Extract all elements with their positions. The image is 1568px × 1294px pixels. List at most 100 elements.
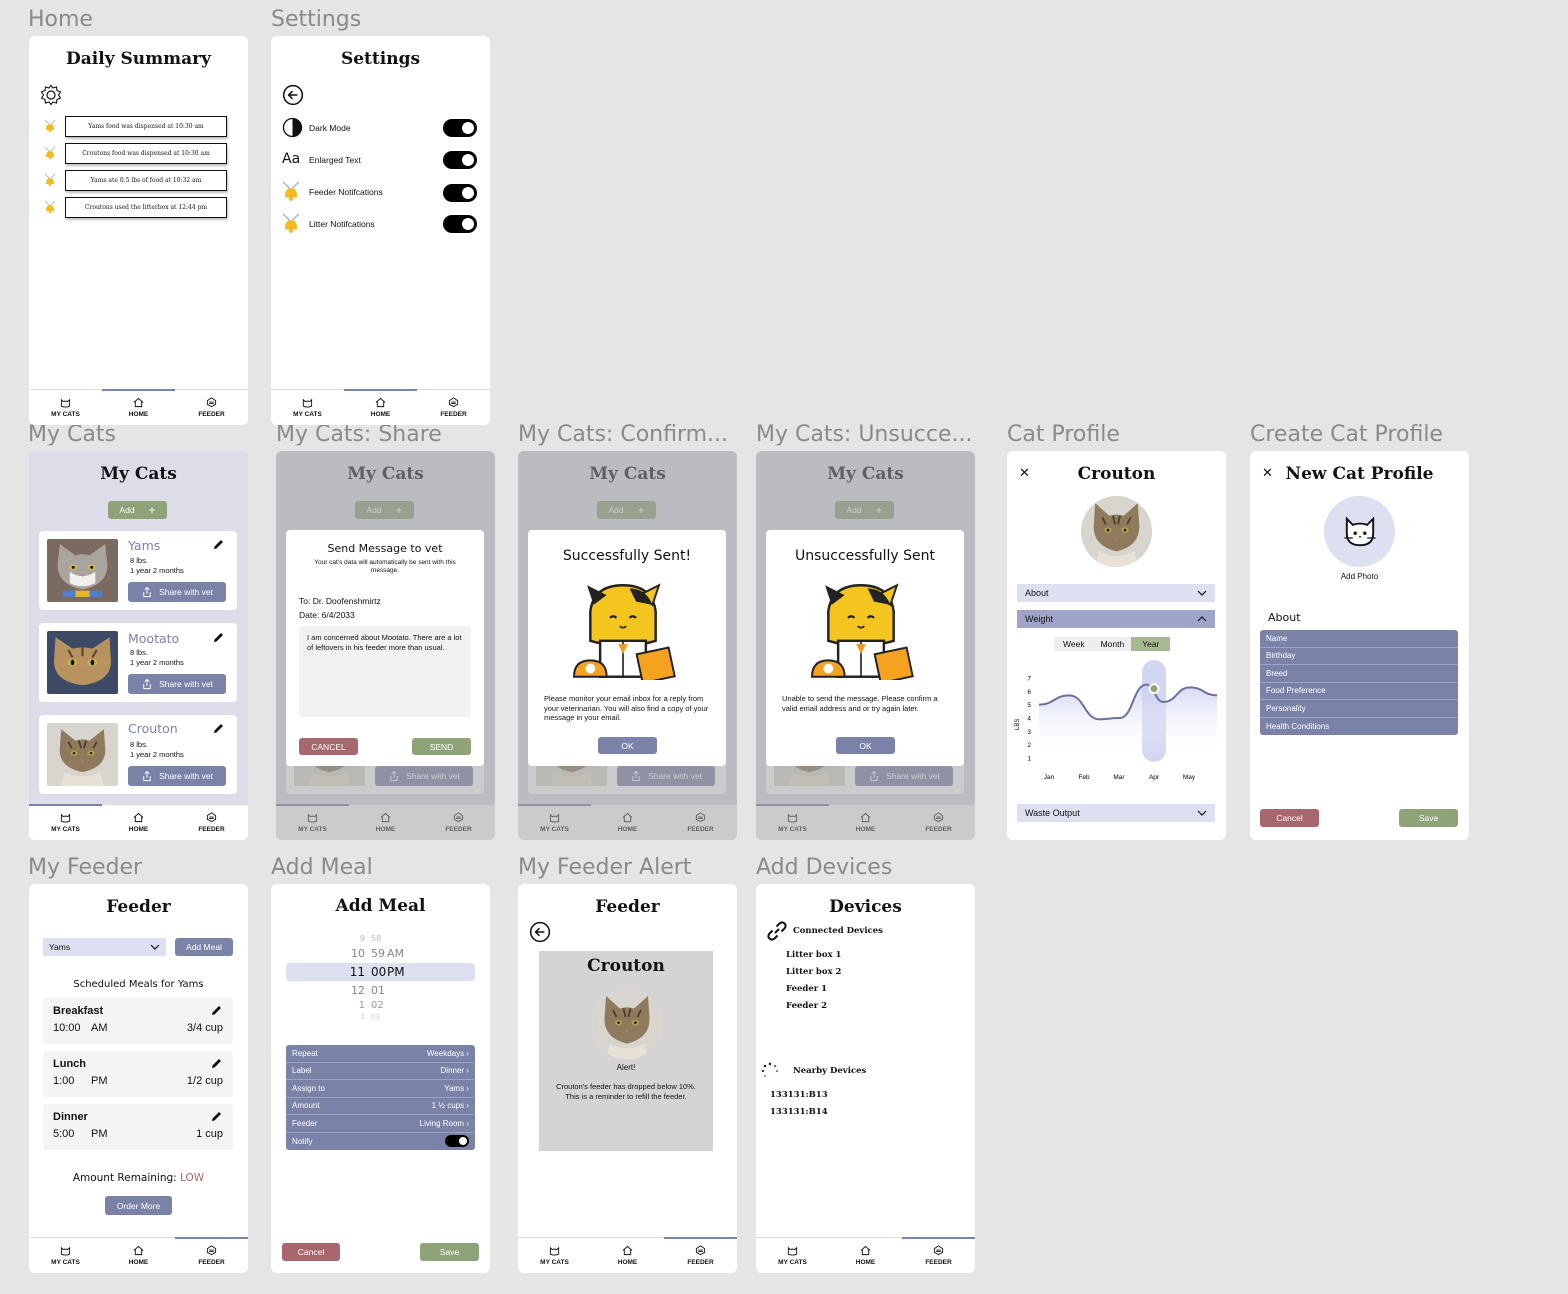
- nav-home[interactable]: HOME: [102, 1238, 175, 1273]
- option-assign[interactable]: Assign to Yams ›: [286, 1080, 475, 1098]
- nearby-device-item[interactable]: 133131:B14: [770, 1107, 828, 1117]
- option-feeder[interactable]: Feeder Living Room ›: [286, 1115, 475, 1133]
- gear-icon[interactable]: [40, 84, 62, 106]
- save-button[interactable]: Save: [420, 1243, 479, 1261]
- device-item[interactable]: Feeder 1: [786, 984, 827, 994]
- nav-mycats[interactable]: MY CATS: [29, 804, 102, 840]
- cat-name: Crouton: [128, 721, 178, 736]
- meal-ampm: PM: [91, 1075, 108, 1087]
- cancel-button[interactable]: CANCEL: [299, 738, 358, 755]
- cat-card[interactable]: Crouton 8 lbs. 1 year 2 months Share wit…: [39, 715, 237, 794]
- meal-card[interactable]: Lunch 1:00 PM 1/2 cup: [43, 1051, 233, 1097]
- pencil-icon[interactable]: [211, 1111, 222, 1122]
- picker-row[interactable]: 11 00 PM: [271, 965, 490, 979]
- option-repeat[interactable]: Repeat Weekdays ›: [286, 1045, 475, 1063]
- chevron-down-icon: [150, 944, 160, 950]
- nav-mycats[interactable]: MY CATS: [756, 1238, 829, 1273]
- nav-mycats[interactable]: MY CATS: [29, 390, 102, 425]
- field-birthday[interactable]: Birthday: [1260, 648, 1458, 665]
- nav-feeder[interactable]: FEEDER: [175, 805, 248, 840]
- share-with-vet-button[interactable]: Share with vet: [128, 582, 226, 602]
- save-button[interactable]: Save: [1399, 809, 1458, 827]
- cat-select[interactable]: Yams: [43, 938, 166, 956]
- dark-mode-toggle[interactable]: [443, 119, 477, 137]
- nav-home[interactable]: HOME: [591, 1238, 664, 1273]
- devices-screen: Devices Connected Devices Litter box 1 L…: [756, 884, 975, 1273]
- device-item[interactable]: Feeder 2: [786, 1001, 827, 1011]
- cancel-button[interactable]: Cancel: [1260, 809, 1319, 827]
- share-with-vet-button[interactable]: Share with vet: [128, 674, 226, 694]
- add-meal-button[interactable]: Add Meal: [175, 938, 233, 956]
- cat-card[interactable]: Mootato 8 lbs. 1 year 2 months Share wit…: [39, 623, 237, 702]
- tab-year[interactable]: Year: [1131, 637, 1171, 651]
- nav-feeder[interactable]: FEEDER: [664, 1237, 737, 1273]
- nav-home[interactable]: HOME: [344, 389, 417, 425]
- meal-name: Lunch: [53, 1058, 86, 1070]
- nav-home[interactable]: HOME: [102, 805, 175, 840]
- nav-mycats[interactable]: MY CATS: [518, 1238, 591, 1273]
- nav-mycats[interactable]: MY CATS: [29, 1238, 102, 1273]
- option-label[interactable]: Label Dinner ›: [286, 1063, 475, 1080]
- ok-button[interactable]: OK: [598, 737, 657, 754]
- y-axis-label: LBS: [1015, 719, 1021, 730]
- pencil-icon[interactable]: [211, 1058, 222, 1069]
- field-name[interactable]: Name: [1260, 630, 1458, 648]
- about-accordion[interactable]: About: [1017, 584, 1215, 602]
- notify-toggle[interactable]: [445, 1135, 469, 1148]
- send-button[interactable]: SEND: [412, 738, 471, 755]
- ok-button[interactable]: OK: [836, 737, 895, 754]
- order-more-button[interactable]: Order More: [105, 1196, 172, 1215]
- nav-home[interactable]: HOME: [829, 1238, 902, 1273]
- cancel-button[interactable]: Cancel: [282, 1243, 340, 1261]
- waste-accordion[interactable]: Waste Output: [1017, 804, 1215, 822]
- back-arrow-icon[interactable]: [282, 84, 304, 106]
- cat-photo: [47, 539, 118, 602]
- picker-row[interactable]: 12 01: [271, 984, 490, 998]
- field-food-preference[interactable]: Food Preference: [1260, 683, 1458, 700]
- meal-amount: 1/2 cup: [186, 1075, 223, 1087]
- weight-accordion[interactable]: Weight: [1017, 610, 1215, 628]
- meal-name: Breakfast: [53, 1005, 104, 1017]
- meal-card[interactable]: Breakfast 10:00 AM 3/4 cup: [43, 998, 233, 1044]
- cat-weight: 8 lbs.: [130, 740, 148, 749]
- frame-label-create: Create Cat Profile: [1250, 422, 1443, 447]
- device-item[interactable]: Litter box 1: [786, 950, 841, 960]
- nav-mycats[interactable]: MY CATS: [271, 390, 344, 425]
- nearby-device-item[interactable]: 133131:B13: [770, 1090, 828, 1100]
- section-heading: About: [1268, 611, 1301, 624]
- nav-feeder[interactable]: FEEDER: [175, 390, 248, 425]
- pencil-icon[interactable]: [211, 1005, 222, 1016]
- cat-card[interactable]: Yams 8 lbs. 1 year 2 months Share with v…: [39, 531, 237, 610]
- add-photo-button[interactable]: [1324, 496, 1395, 567]
- nav-feeder[interactable]: FEEDER: [417, 390, 490, 425]
- contrast-icon: [282, 117, 303, 138]
- tab-week[interactable]: Week: [1054, 637, 1094, 651]
- enlarged-text-toggle[interactable]: [443, 151, 477, 169]
- field-health-conditions[interactable]: Health Conditions: [1260, 718, 1458, 736]
- picker-row[interactable]: 2 03: [271, 1013, 490, 1027]
- pencil-icon[interactable]: [213, 723, 224, 734]
- pencil-icon[interactable]: [213, 539, 224, 550]
- back-arrow-icon[interactable]: [529, 921, 551, 943]
- share-with-vet-button[interactable]: Share with vet: [128, 766, 226, 786]
- device-item[interactable]: Litter box 2: [786, 967, 841, 977]
- nav-home[interactable]: HOME: [102, 389, 175, 425]
- nav-feeder[interactable]: FEEDER: [175, 1237, 248, 1273]
- nav-feeder[interactable]: FEEDER: [902, 1237, 975, 1273]
- option-amount[interactable]: Amount 1 ½ cups ›: [286, 1098, 475, 1115]
- failure-modal: Unsuccessfully Sent Unable to send the m…: [766, 530, 964, 766]
- picker-row[interactable]: 10 59 AM: [271, 947, 490, 961]
- litter-notif-toggle[interactable]: [443, 215, 477, 233]
- tab-month[interactable]: Month: [1094, 637, 1132, 651]
- pencil-icon[interactable]: [213, 632, 224, 643]
- meal-card[interactable]: Dinner 5:00 PM 1 cup: [43, 1104, 233, 1150]
- page-title: My Cats: [100, 464, 177, 484]
- message-textarea[interactable]: I am concerned about Mootato. There are …: [299, 626, 471, 717]
- feeder-notif-toggle[interactable]: [443, 184, 477, 202]
- picker-row[interactable]: 9 58: [271, 934, 490, 948]
- picker-row[interactable]: 1 02: [271, 1000, 490, 1014]
- add-cat-button[interactable]: Add+: [108, 501, 167, 519]
- field-breed[interactable]: Breed: [1260, 665, 1458, 683]
- field-personality[interactable]: Personality: [1260, 700, 1458, 718]
- range-tabs: Week Month Year: [1054, 637, 1171, 651]
